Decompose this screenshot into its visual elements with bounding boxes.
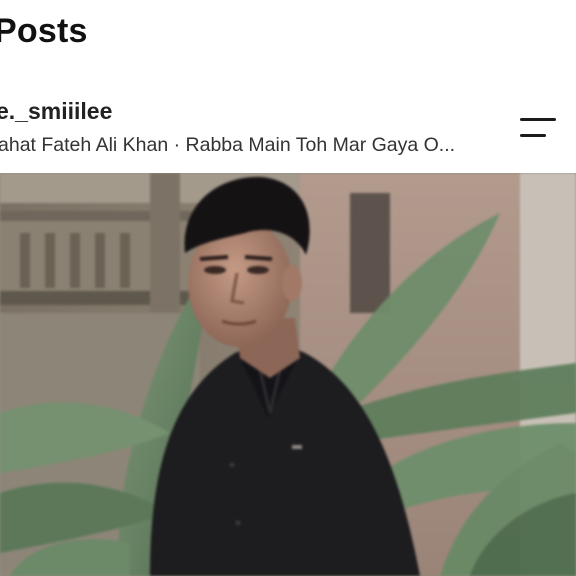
post-photo-illustration bbox=[0, 173, 576, 576]
post-options-button[interactable] bbox=[512, 112, 560, 148]
hamburger-menu-icon bbox=[520, 118, 556, 121]
post-audio-track[interactable]: ahat Fateh Ali Khan · Rabba Main Toh Mar… bbox=[0, 134, 488, 157]
hamburger-menu-icon-lower-bar bbox=[520, 134, 546, 137]
post-photo[interactable] bbox=[0, 173, 576, 576]
post-username[interactable]: e._smiiilee bbox=[0, 98, 112, 125]
app-screen: Posts e._smiiilee ahat Fateh Ali Khan · … bbox=[0, 0, 576, 576]
post-header: e._smiiilee ahat Fateh Ali Khan · Rabba … bbox=[0, 92, 576, 172]
page-title: Posts bbox=[0, 12, 88, 50]
